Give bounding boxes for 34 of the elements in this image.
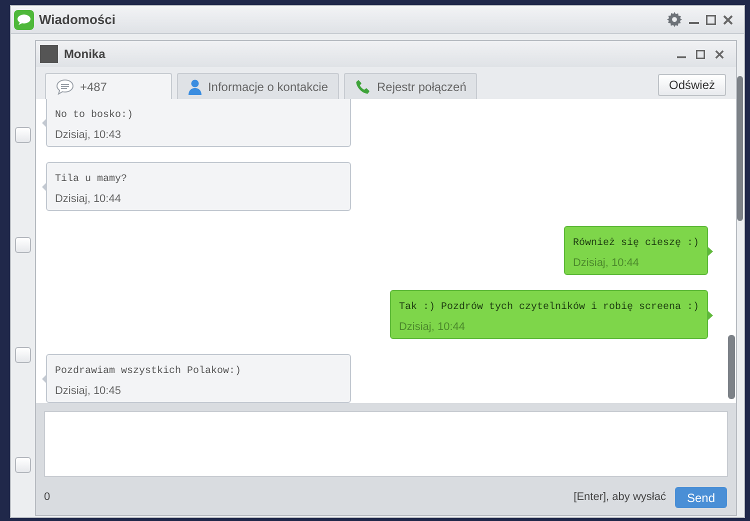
message-input[interactable] <box>44 411 728 477</box>
checkbox[interactable] <box>14 347 31 363</box>
contact-name: Monika <box>64 46 106 63</box>
checkbox[interactable] <box>14 237 31 253</box>
message-time: Dzisiaj, 10:44 <box>572 256 640 271</box>
refresh-button[interactable]: Odśwież <box>658 74 726 96</box>
message-text: Tila u mamy? <box>54 172 128 187</box>
tab[interactable]: Rejestr połączeń <box>344 73 478 99</box>
checkbox[interactable] <box>14 457 31 473</box>
phone-icon <box>355 78 371 94</box>
close-icon[interactable] <box>723 14 733 24</box>
maximize-icon[interactable] <box>696 50 706 58</box>
checkbox[interactable] <box>14 127 31 143</box>
message-text: Pozdrawiam wszystkich Polakow:) <box>54 364 242 379</box>
settings-icon[interactable] <box>667 12 682 27</box>
message-text: No to bosko:) <box>54 108 134 123</box>
message-time: Dzisiaj, 10:44 <box>54 192 122 207</box>
person-icon <box>188 78 202 94</box>
message-time: Dzisiaj, 10:43 <box>54 128 122 143</box>
send-button[interactable]: Send <box>674 487 728 508</box>
speech-bubble-icon <box>56 78 74 94</box>
message-text: Również się cieszę :) <box>572 236 700 251</box>
send-hint: [Enter], aby wysłać <box>574 490 666 506</box>
tab[interactable]: +487 <box>44 73 172 99</box>
avatar-placeholder <box>40 45 58 63</box>
close-icon[interactable] <box>715 50 724 58</box>
tab[interactable]: Informacje o kontakcie <box>176 73 339 99</box>
window-title: Wiadomości <box>39 10 116 29</box>
app-logo-icon <box>14 10 34 30</box>
message-time: Dzisiaj, 10:44 <box>398 320 466 335</box>
message-text: Tak :) Pozdrów tych czytelników i robię screena :) <box>398 300 700 315</box>
message-time: Dzisiaj, 10:45 <box>54 384 122 399</box>
maximize-icon[interactable] <box>706 14 716 24</box>
character-count: 0 <box>44 490 50 506</box>
